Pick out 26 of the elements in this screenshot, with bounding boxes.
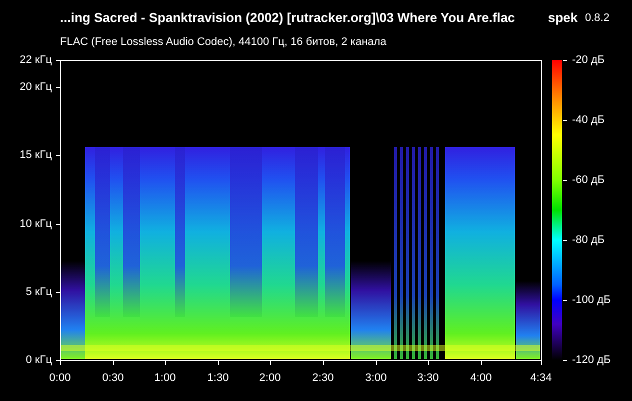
time-label: 1:30 — [207, 371, 229, 386]
level-label: -120 дБ — [572, 352, 611, 368]
level-label: -40 дБ — [572, 112, 605, 128]
frequency-label: 5 кГц — [26, 284, 52, 300]
time-label: 1:00 — [154, 371, 176, 386]
level-label: -60 дБ — [572, 172, 605, 188]
time-label: 4:00 — [470, 371, 492, 386]
time-label: 0:00 — [49, 371, 71, 386]
file-title: ...ing Sacred - Spanktravision (2002) [rutracker.org]\03 Where You Are.flac — [60, 9, 515, 27]
frequency-label: 22 кГц — [20, 52, 52, 68]
frequency-label: 20 кГц — [20, 80, 52, 95]
time-label: 4:34 — [530, 371, 552, 386]
time-label: 3:30 — [417, 371, 439, 386]
frequency-label: 10 кГц — [20, 216, 52, 232]
app-name: spek — [548, 9, 578, 27]
level-label: -20 дБ — [572, 52, 605, 68]
frequency-label: 0 кГц — [26, 352, 52, 368]
app-version: 0.8.2 — [585, 11, 610, 26]
time-label: 2:30 — [312, 371, 334, 386]
time-label: 3:00 — [365, 371, 387, 386]
level-label: -80 дБ — [572, 232, 605, 248]
time-label: 2:00 — [259, 371, 281, 386]
frequency-label: 15 кГц — [20, 148, 52, 163]
level-label: -100 дБ — [572, 292, 611, 308]
time-label: 0:30 — [102, 371, 124, 386]
audio-info: FLAC (Free Lossless Audio Codec), 44100 Гц, 16 битов, 2 канала — [60, 35, 386, 50]
